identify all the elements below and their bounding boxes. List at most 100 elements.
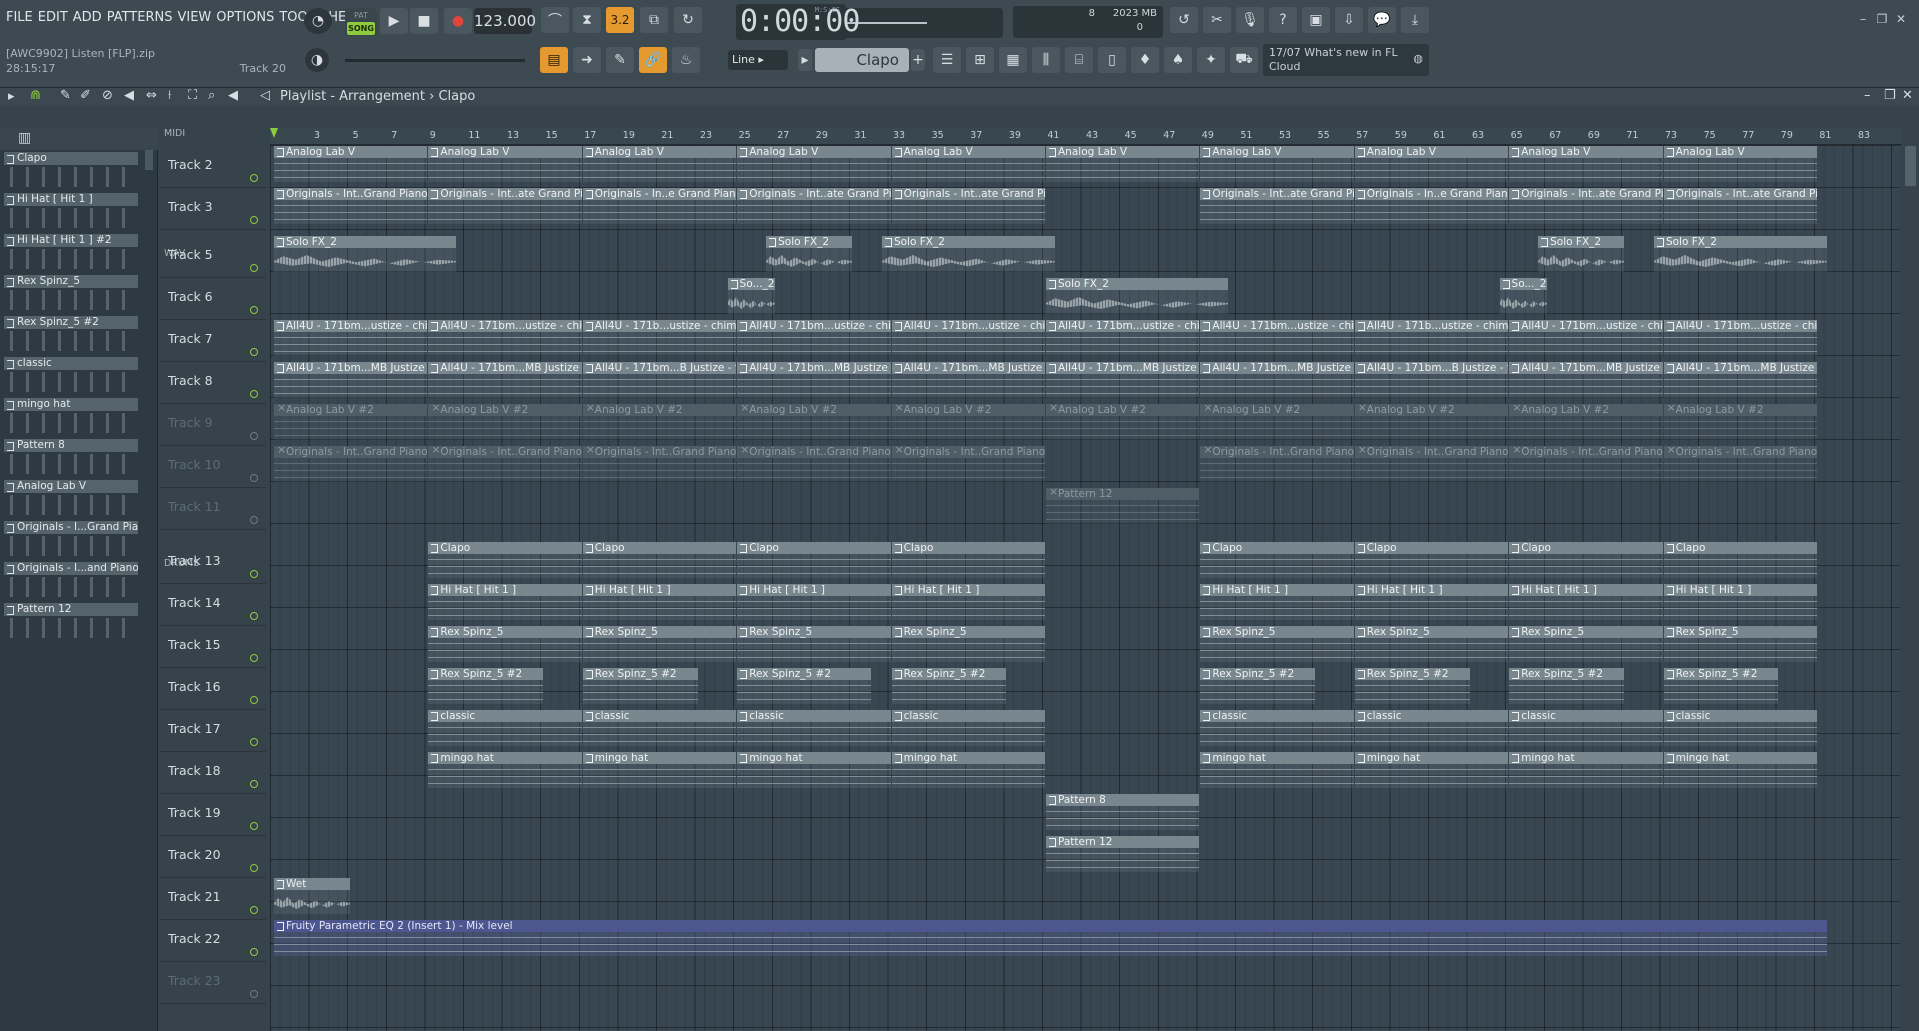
picker-item[interactable]: Clapo <box>4 152 138 192</box>
playlist-clip[interactable]: Originals - Int..Grand Piano #2 <box>582 446 737 482</box>
picker-view-icon[interactable]: ▥ <box>18 130 31 146</box>
track-header[interactable]: Track 8 <box>160 362 266 404</box>
track-header[interactable]: Track 18 <box>160 752 266 794</box>
playlist-clip[interactable]: Analog Lab V <box>1200 146 1354 182</box>
playlist-clip[interactable]: Pattern 8 <box>1046 794 1200 830</box>
track-group-midi[interactable]: MIDI <box>164 128 185 139</box>
plugin-picker-button[interactable]: ⌸ <box>1065 47 1093 73</box>
playlist-clip[interactable]: Originals - In..e Grand Piano <box>582 188 737 224</box>
playlist-clip[interactable]: Hi Hat [ Hit 1 ] <box>1663 584 1817 620</box>
playlist-clip[interactable]: Analog Lab V #2 <box>1200 404 1354 440</box>
picker-scrollbar[interactable] <box>145 150 153 170</box>
chat-button[interactable]: 💬 <box>1368 7 1396 33</box>
playlist-clip[interactable]: All4U - 171bm...ustize - chimes <box>428 320 582 356</box>
playlist-clip[interactable]: Rex Spinz_5 <box>737 626 891 662</box>
playlist-grid[interactable]: Analog Lab V Analog Lab V Analog Lab V Anal… <box>270 145 1900 1031</box>
menu-view[interactable]: VIEW <box>177 10 211 25</box>
playlist-clip[interactable]: Rex Spinz_5 #2 <box>1663 668 1779 704</box>
playlist-clip[interactable]: Originals - Int..ate Grand Piano <box>891 188 1045 224</box>
countdown-button[interactable]: ⧉ <box>640 7 668 33</box>
playlist-clip[interactable]: All4U - 171bm...ustize - chimes <box>1663 320 1817 356</box>
playlist-clip[interactable]: mingo hat <box>891 752 1045 788</box>
track-mute-led[interactable] <box>250 612 258 620</box>
playlist-clip[interactable]: All4U - 171bm...MB Justize - fx <box>1663 362 1817 398</box>
browser-button[interactable]: ▯ <box>1098 47 1126 73</box>
pattern-add-button[interactable]: + <box>911 49 925 71</box>
playlist-clip[interactable]: Hi Hat [ Hit 1 ] <box>582 584 737 620</box>
playlist-clip[interactable]: Hi Hat [ Hit 1 ] <box>428 584 582 620</box>
playlist-clip[interactable]: Rex Spinz_5 #2 <box>1200 668 1316 704</box>
playlist-clip[interactable]: All4U - 171bm...B Justize - fx <box>582 362 737 398</box>
playlist-clip[interactable]: Clapo <box>1354 542 1509 578</box>
playlist-clip[interactable]: Rex Spinz_5 <box>891 626 1045 662</box>
track-header[interactable]: Track 17 <box>160 710 266 752</box>
playlist-clip[interactable]: Analog Lab V #2 <box>582 404 737 440</box>
track-header[interactable]: Track 23 <box>160 962 266 1004</box>
playlist-clip[interactable]: Rex Spinz_5 #2 <box>1354 668 1470 704</box>
shop-button[interactable]: ⛟ <box>1230 47 1258 73</box>
slip-tool-icon[interactable]: ⇔ <box>146 88 157 103</box>
track-mute-led[interactable] <box>250 264 258 272</box>
playlist-clip[interactable]: Hi Hat [ Hit 1 ] <box>1200 584 1354 620</box>
timeline-ruler[interactable]: 3 5 7 9 11 13 15 17 19 21 23 25 27 29 31 33 35 37 39 41 43 45… <box>270 128 1919 145</box>
slice-tool-icon[interactable]: ⟊ <box>168 88 171 103</box>
playlist-clip[interactable]: Solo FX_2 <box>766 236 852 272</box>
picker-item[interactable]: classic <box>4 357 138 397</box>
play-button[interactable]: ▶ <box>380 8 408 34</box>
playlist-clip[interactable]: classic <box>1663 710 1817 746</box>
loop-record-button[interactable]: ↻ <box>674 7 702 33</box>
playlist-clip[interactable]: Rex Spinz_5 <box>1200 626 1354 662</box>
playlist-clip[interactable]: Analog Lab V <box>1046 146 1200 182</box>
playlist-clip[interactable]: Originals - Int..ate Grand Piano <box>737 188 891 224</box>
playlist-clip[interactable]: Clapo <box>1663 542 1817 578</box>
playlist-clip[interactable]: Analog Lab V <box>582 146 737 182</box>
playlist-clip[interactable]: Clapo <box>1509 542 1663 578</box>
track-mute-led[interactable] <box>250 570 258 578</box>
playlist-clip[interactable]: Analog Lab V <box>428 146 582 182</box>
playlist-clip[interactable]: Clapo <box>428 542 582 578</box>
song-position-slider[interactable] <box>843 8 1003 38</box>
playlist-clip[interactable]: classic <box>428 710 582 746</box>
playlist-clip[interactable]: Analog Lab V <box>737 146 891 182</box>
playlist-clip[interactable]: Clapo <box>1200 542 1354 578</box>
playlist-clip[interactable]: Solo FX_2 <box>881 236 1055 272</box>
mute-tool-icon[interactable]: ◀ <box>124 88 134 103</box>
download-button[interactable]: ⤓ <box>1401 7 1429 33</box>
playlist-clip[interactable]: So..._2 <box>727 278 775 314</box>
playlist-clip[interactable]: All4U - 171bm...ustize - chimes <box>891 320 1045 356</box>
playlist-clip[interactable]: Originals - Int..Grand Piano #2 <box>737 446 891 482</box>
tuner-button[interactable]: ♦ <box>1131 47 1159 73</box>
playlist-clip[interactable]: Originals - Int..Grand Piano #2 <box>1354 446 1509 482</box>
playlist-clip[interactable]: Rex Spinz_5 <box>428 626 582 662</box>
track-mute-led[interactable] <box>250 474 258 482</box>
playlist-clip[interactable]: Originals - Int..ate Grand Piano <box>1663 188 1817 224</box>
playlist-clip[interactable]: Originals - Int..Grand Piano #2 <box>274 188 428 224</box>
playlist-clip[interactable]: Hi Hat [ Hit 1 ] <box>1354 584 1509 620</box>
playlist-clip[interactable]: All4U - 171b...ustize - chimes <box>1354 320 1509 356</box>
playlist-clip[interactable]: Analog Lab V <box>274 146 428 182</box>
menu-file[interactable]: FILE <box>6 10 33 25</box>
picker-item[interactable]: Pattern 8 <box>4 439 138 479</box>
track-mute-led[interactable] <box>250 432 258 440</box>
playlist-clip[interactable]: Hi Hat [ Hit 1 ] <box>737 584 891 620</box>
playlist-clip[interactable]: Rex Spinz_5 #2 <box>737 668 872 704</box>
playlist-close-icon[interactable]: ✕ <box>1902 88 1913 103</box>
track-mute-led[interactable] <box>250 348 258 356</box>
playlist-button[interactable]: ▤ <box>540 47 568 73</box>
menu-add[interactable]: ADD <box>73 10 102 25</box>
picker-item[interactable]: Originals - I...and Piano #2 <box>4 562 138 602</box>
playlist-clip[interactable]: Originals - Int..ate Grand Piano <box>428 188 582 224</box>
playlist-clip[interactable]: Rex Spinz_5 <box>1663 626 1817 662</box>
playlist-clip[interactable]: Solo FX_2 <box>274 236 457 272</box>
news-panel[interactable]: 17/07 What's new in FL Cloud ◍ <box>1263 44 1429 76</box>
undo-history-button[interactable]: ↺ <box>1170 7 1198 33</box>
mixer-view-button[interactable]: ⫼ <box>1032 47 1060 73</box>
track-mute-led[interactable] <box>250 864 258 872</box>
playlist-clip[interactable]: All4U - 171bm...ustize - chimes <box>1509 320 1663 356</box>
playlist-clip[interactable]: Rex Spinz_5 #2 <box>428 668 544 704</box>
playlist-clip[interactable]: mingo hat <box>1509 752 1663 788</box>
vertical-scrollbar[interactable] <box>1902 128 1919 1031</box>
menu-options[interactable]: OPTIONS <box>216 10 274 25</box>
playlist-clip[interactable]: Analog Lab V #2 <box>1509 404 1663 440</box>
playlist-clip[interactable]: Originals - Int..ate Grand Piano <box>1509 188 1663 224</box>
